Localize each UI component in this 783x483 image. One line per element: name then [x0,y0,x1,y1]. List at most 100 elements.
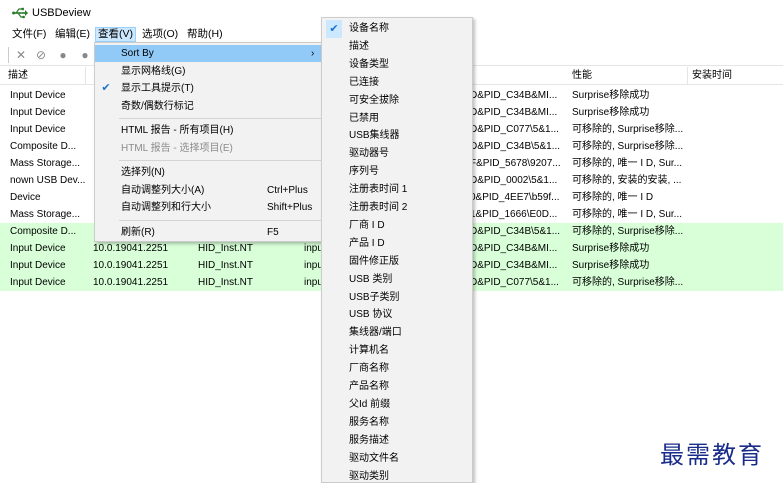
sort-by-item-label: 父Id 前缀 [349,398,391,410]
sort-by-item[interactable]: 描述 [322,38,472,56]
sort-by-item[interactable]: 可安全拔除 [322,92,472,110]
sort-by-item[interactable]: 固件修正版 [322,253,472,271]
cell-name: Composite D... [10,226,77,237]
view-menu-item[interactable]: HTML 报告 - 选择项目(E) [95,140,325,157]
sort-by-item[interactable]: 序列号 [322,163,472,181]
cell-inf: HID_Inst.NT [198,260,254,271]
checkmark-icon: ✔ [101,82,111,94]
sort-by-item-label: 已禁用 [349,112,379,124]
sort-by-item[interactable]: USB子类别 [322,289,472,307]
sort-by-item[interactable]: 驱动文件名 [322,450,472,468]
menu-view[interactable]: 查看(V) [95,27,136,42]
view-menu-item[interactable]: ✔ 显示工具提示(T) [95,80,325,97]
disable-icon[interactable]: ● [55,47,71,63]
cell-name: Input Device [10,260,66,271]
menu-edit[interactable]: 编辑(E) [53,27,92,42]
cell-id: F&PID_5678\9207... [470,158,561,169]
sort-by-item[interactable]: 厂商 I D [322,217,472,235]
view-menu-item[interactable]: 奇数/偶数行标记 [95,98,325,115]
cell-driver-ver: 10.0.19041.2251 [93,243,169,254]
cell-id: 1&PID_1666\E0D... [470,209,558,220]
sort-by-item[interactable]: 设备类型 [322,56,472,74]
view-menu-item-label: 显示网格线(G) [121,65,186,77]
sort-by-item[interactable]: 注册表时间 2 [322,199,472,217]
sort-by-item-label: USB子类别 [349,291,400,303]
menu-separator [119,160,323,161]
sort-by-item-label: 注册表时间 2 [349,202,408,213]
column-header-install-time[interactable]: 安装时间 [690,67,783,85]
usb-icon [12,7,28,19]
view-menu-item-label: HTML 报告 - 选择项目(E) [121,142,233,154]
view-menu-item[interactable]: Sort By › [95,45,325,62]
cell-name: Composite D... [10,141,77,152]
view-menu-item[interactable]: 刷新(R) F5 [95,224,325,241]
chevron-right-icon: › [311,48,315,59]
sort-by-item[interactable]: 服务描述 [322,432,472,450]
column-header-capabilities[interactable]: 性能 [570,67,688,85]
sort-by-item[interactable]: 已连接 [322,74,472,92]
cell-caps: 可移除的, Surprise移除... [572,277,684,288]
sort-by-item[interactable]: 服务名称 [322,414,472,432]
view-menu-item[interactable]: HTML 报告 - 所有项目(H) [95,122,325,139]
cell-caps: Surprise移除成功 [572,107,650,118]
watermark-text: 最需教育 [660,441,764,469]
sort-by-item-label: USB 类别 [349,273,393,285]
sort-by-item[interactable]: 注册表时间 1 [322,181,472,199]
cell-id: D&PID_C34B\5&1... [470,226,561,237]
cell-name: Mass Storage... [10,158,81,169]
sort-by-submenu: ✔ 设备名称 描述 设备类型 已连接 可安全拔除 已禁用 USB集线器 驱动器号 序列号 注册表时间… [321,17,473,483]
cell-name: Input Device [10,124,66,135]
cell-caps: Surprise移除成功 [572,90,650,101]
sort-by-item[interactable]: ✔ 设备名称 [322,20,472,38]
sort-by-item[interactable]: USB 协议 [322,306,472,324]
view-menu-item[interactable]: 自动调整列大小(A) Ctrl+Plus [95,182,325,199]
cell-caps: 可移除的, 唯一 I D [572,192,654,203]
cell-id: D&PID_0002\5&1... [470,175,558,186]
sort-by-item[interactable]: 计算机名 [322,342,472,360]
menu-options[interactable]: 选项(O) [140,27,180,42]
menu-file[interactable]: 文件(F) [10,27,48,42]
sort-by-item-label: 固件修正版 [349,255,399,267]
view-menu-item[interactable]: 显示网格线(G) [95,63,325,80]
sort-by-item-label: 设备名称 [349,23,389,34]
cell-id: D&PID_C34B&MI... [470,260,558,271]
sort-by-item[interactable]: 集线器/端口 [322,324,472,342]
sort-by-item[interactable]: USB集线器 [322,127,472,145]
cell-caps: 可移除的, 安装的安装, ... [572,175,682,186]
view-menu-item-label: 刷新(R) [121,226,155,238]
cell-name: nown USB Dev... [10,175,86,186]
sort-by-item[interactable]: 厂商名称 [322,360,472,378]
cell-name: Device [10,192,41,203]
sort-by-item-label: USB 协议 [349,309,393,321]
view-menu-item[interactable]: 自动调整列和行大小 Shift+Plus [95,199,325,216]
sort-by-item[interactable]: 驱动器号 [322,145,472,163]
view-menu-dropdown: Sort By › 显示网格线(G) ✔ 显示工具提示(T) 奇数/偶数行标记 HTML 报… [94,42,326,242]
sort-by-item-label: 已连接 [349,76,379,88]
cell-id: D&PID_C34B&MI... [470,107,558,118]
view-menu-item-label: 选择列(N) [121,167,165,178]
menu-separator [119,219,323,221]
sort-by-item-label: USB集线器 [349,130,400,142]
sort-by-item[interactable]: 产品名称 [322,378,472,396]
sort-by-item[interactable]: 父Id 前缀 [322,396,472,414]
cell-caps: 可移除的, Surprise移除... [572,226,684,237]
enable-icon[interactable]: ● [77,47,93,63]
sort-by-item[interactable]: USB 类别 [322,271,472,289]
cell-name: Mass Storage... [10,209,81,220]
sort-by-item-label: 驱动文件名 [349,452,399,464]
view-menu-item[interactable]: 选择列(N) [95,164,325,181]
column-header-description[interactable]: 描述 [6,67,86,85]
uninstall-icon[interactable]: ⊘ [33,47,49,63]
sort-by-item[interactable]: 产品 I D [322,235,472,253]
view-menu-item-shortcut: Shift+Plus [267,202,313,213]
menu-help[interactable]: 帮助(H) [185,27,225,42]
sort-by-item-label: 厂商名称 [349,363,389,375]
close-icon[interactable]: ✕ [13,47,29,63]
window-title: USBDeview [32,7,91,19]
sort-by-item[interactable]: 已禁用 [322,110,472,128]
cell-name: Input Device [10,90,66,101]
cell-name: Input Device [10,107,66,118]
cell-name: Input Device [10,243,66,254]
sort-by-item[interactable]: 驱动类别 [322,468,472,483]
cell-id: D&PID_C34B&MI... [470,90,558,101]
